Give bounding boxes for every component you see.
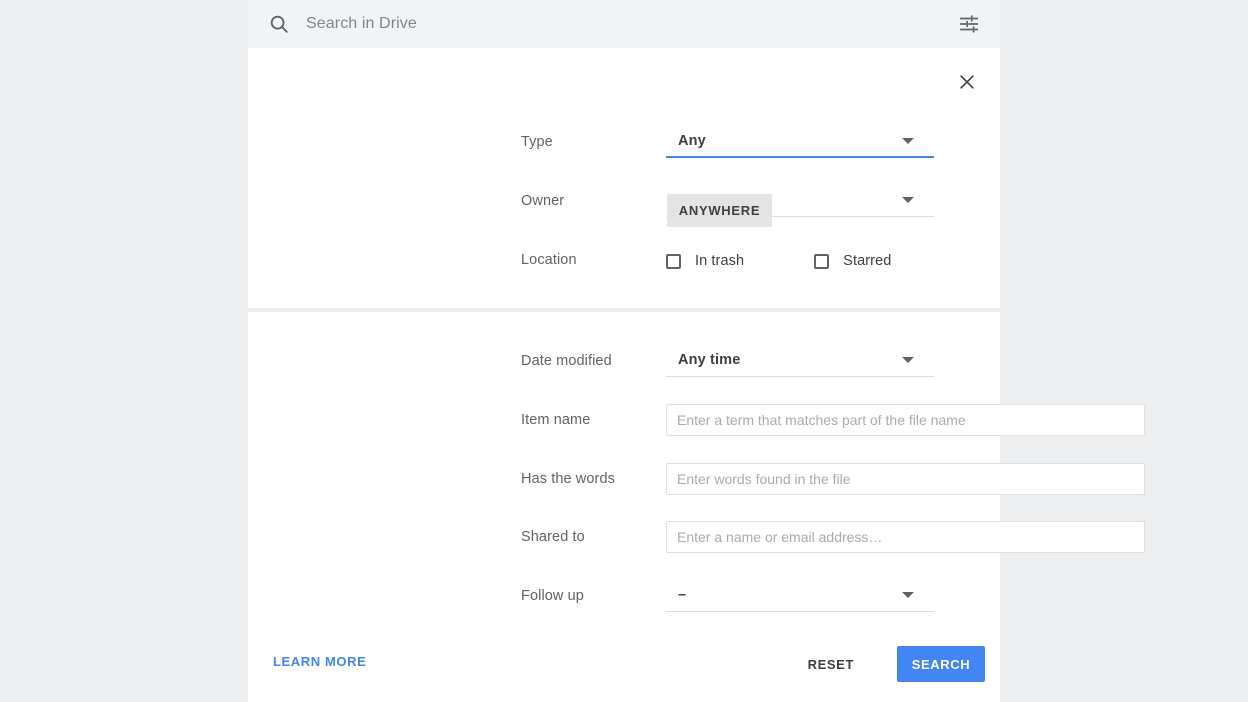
chevron-down-icon <box>902 197 914 203</box>
chevron-down-icon <box>902 138 914 144</box>
in-trash-checkbox[interactable]: In trash <box>666 253 744 269</box>
has-the-words-label: Has the words <box>521 471 615 487</box>
follow-up-select[interactable]: – <box>666 580 934 612</box>
advanced-filters-section: Date modified Any time Item name Has the… <box>248 312 1145 702</box>
shared-to-label: Shared to <box>521 529 585 545</box>
search-input-placeholder[interactable]: Search in Drive <box>306 0 417 48</box>
dialog-footer: LEARN MORE RESET SEARCH <box>248 630 1000 702</box>
follow-up-select-value: – <box>678 587 687 603</box>
date-modified-select[interactable]: Any time <box>666 345 934 377</box>
app-root: Search in Drive Type Any Owner Location … <box>0 0 1248 702</box>
item-name-label: Item name <box>521 412 591 428</box>
checkbox-icon[interactable] <box>666 253 681 269</box>
learn-more-link[interactable]: LEARN MORE <box>273 654 366 669</box>
close-button[interactable] <box>948 64 986 102</box>
starred-checkbox[interactable]: Starred <box>814 253 891 269</box>
chevron-down-icon <box>902 357 914 363</box>
chevron-down-icon <box>902 592 914 598</box>
starred-label: Starred <box>843 253 892 269</box>
location-checkbox-group: In trash Starred <box>666 253 891 269</box>
type-select-value: Any <box>678 133 706 149</box>
owner-label: Owner <box>521 193 565 209</box>
item-name-input[interactable] <box>666 404 1145 436</box>
location-label: Location <box>521 252 577 268</box>
checkbox-icon[interactable] <box>814 253 830 269</box>
reset-button[interactable]: RESET <box>798 646 864 682</box>
search-button[interactable]: SEARCH <box>897 646 985 682</box>
follow-up-label: Follow up <box>521 588 584 604</box>
type-select[interactable]: Any <box>666 126 934 158</box>
in-trash-label: In trash <box>695 253 745 269</box>
search-icon <box>268 13 290 35</box>
type-label: Type <box>521 134 553 150</box>
location-anywhere-button[interactable]: ANYWHERE <box>667 194 772 227</box>
close-icon <box>957 72 977 95</box>
tune-icon[interactable] <box>958 13 980 35</box>
shared-to-input[interactable] <box>666 521 1145 553</box>
advanced-search-dialog: Type Any Owner Anyone Location ANYWHERE … <box>248 48 1145 702</box>
basic-filters-section: Type Any Owner Anyone Location ANYWHERE … <box>248 48 1000 308</box>
date-modified-select-value: Any time <box>678 352 741 368</box>
search-bar[interactable]: Search in Drive <box>248 0 1000 48</box>
date-modified-label: Date modified <box>521 353 612 369</box>
has-the-words-input[interactable] <box>666 463 1145 495</box>
